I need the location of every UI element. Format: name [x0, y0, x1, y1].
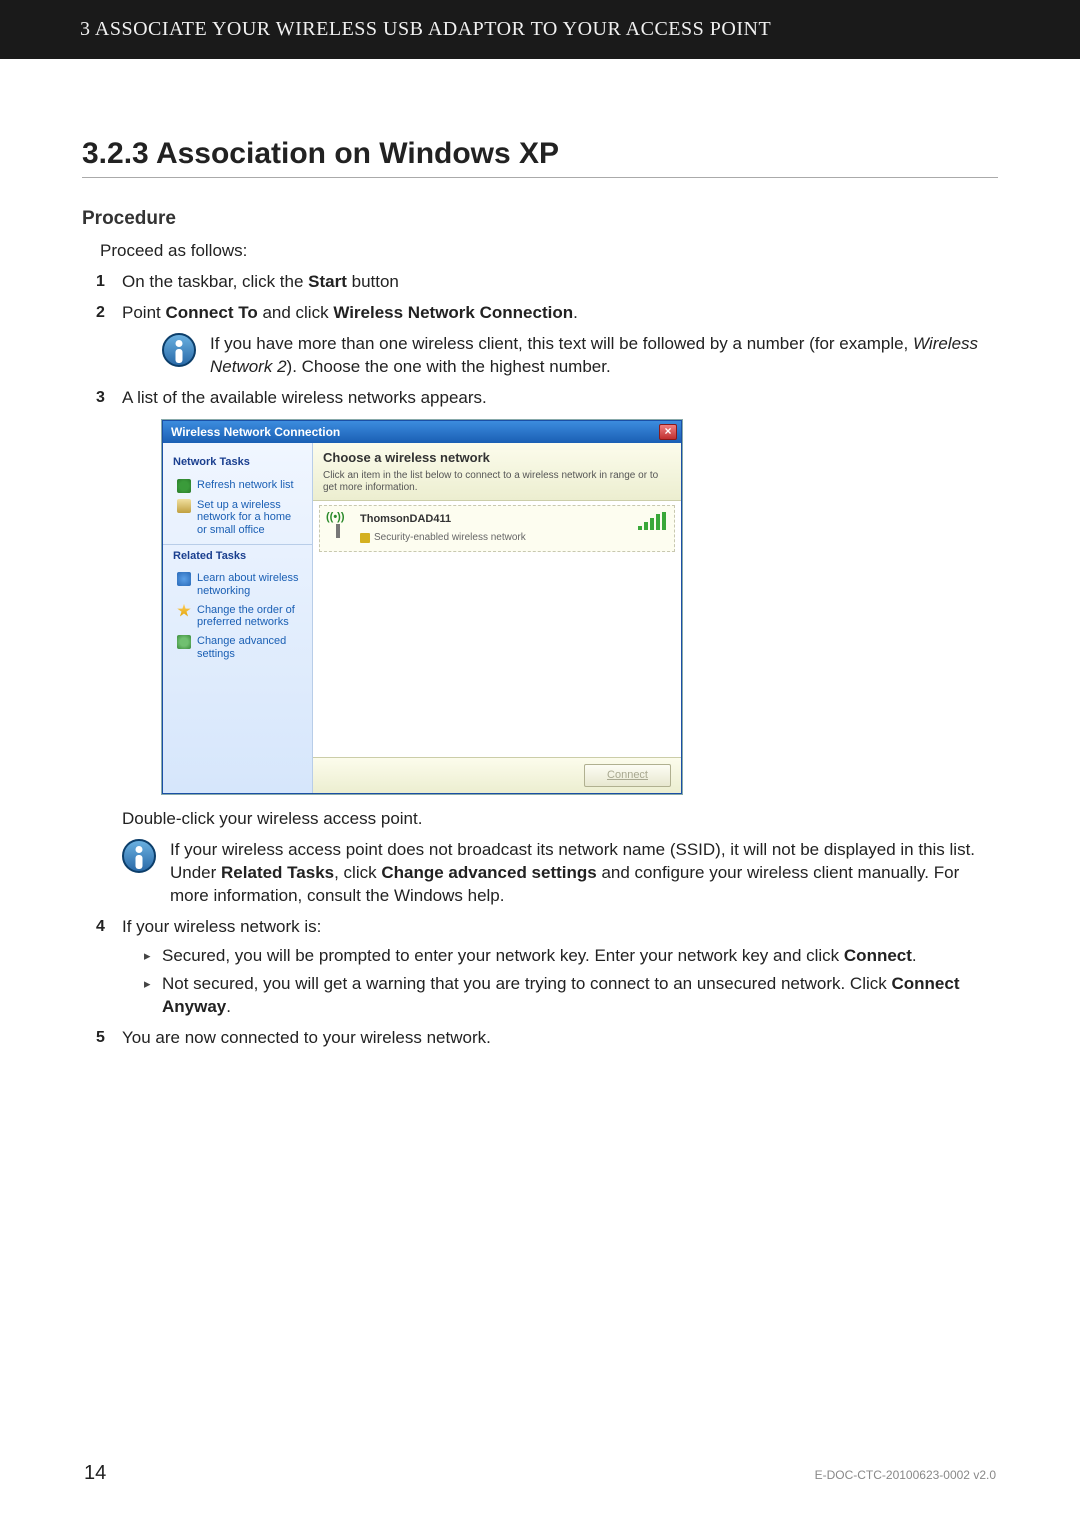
- step-2-text: Point Connect To and click Wireless Netw…: [122, 303, 578, 322]
- sidebar-group-network-tasks: Network Tasks: [163, 451, 312, 476]
- sidebar-item-refresh[interactable]: Refresh network list: [163, 476, 312, 496]
- xp-title: Wireless Network Connection: [171, 424, 340, 440]
- step-num: 5: [96, 1027, 105, 1049]
- refresh-icon: [177, 479, 191, 493]
- sidebar-item-order[interactable]: Change the order of preferred networks: [163, 601, 312, 632]
- sidebar-item-learn[interactable]: Learn about wireless networking: [163, 569, 312, 600]
- step-4-text: If your wireless network is:: [122, 917, 321, 936]
- step-1-text: On the taskbar, click the Start button: [122, 272, 399, 291]
- xp-titlebar: Wireless Network Connection ×: [163, 421, 681, 443]
- xp-main-subtitle: Click an item in the list below to conne…: [323, 470, 671, 494]
- step-num: 3: [96, 387, 105, 409]
- step-num: 4: [96, 916, 105, 938]
- step-4: 4 If your wireless network is: Secured, …: [82, 916, 998, 1020]
- procedure-heading: Procedure: [82, 208, 998, 230]
- xp-sidebar: Network Tasks Refresh network list Set u…: [163, 443, 313, 793]
- step-5-text: You are now connected to your wireless n…: [122, 1028, 491, 1047]
- step-5: 5 You are now connected to your wireless…: [82, 1027, 998, 1050]
- step-3-text: A list of the available wireless network…: [122, 388, 487, 407]
- step-3-note: If your wireless access point does not b…: [170, 839, 998, 908]
- xp-wireless-dialog: Wireless Network Connection × Network Ta…: [162, 420, 682, 794]
- network-security-label: Security-enabled wireless network: [374, 531, 526, 545]
- sidebar-group-related-tasks: Related Tasks: [163, 544, 312, 570]
- network-name: ThomsonDAD411: [360, 512, 628, 527]
- header-tabs-decor: [0, 59, 1080, 89]
- setup-icon: [177, 499, 191, 513]
- info-icon: [162, 333, 196, 367]
- xp-main-title: Choose a wireless network: [323, 449, 671, 467]
- info-small-icon: [177, 572, 191, 586]
- signal-icon: [638, 512, 666, 530]
- star-icon: [177, 604, 191, 618]
- step-1: 1 On the taskbar, click the Start button: [82, 271, 998, 294]
- lock-icon: [360, 533, 370, 543]
- chapter-header: 3 ASSOCIATE YOUR WIRELESS USB ADAPTOR TO…: [0, 0, 1080, 59]
- antenna-icon: [328, 512, 350, 538]
- sidebar-item-advanced[interactable]: Change advanced settings: [163, 632, 312, 663]
- xp-network-list: ThomsonDAD411 Security-enabled wireless …: [313, 501, 681, 757]
- step-4-bullet-unsecured: Not secured, you will get a warning that…: [144, 973, 998, 1019]
- info-icon: [122, 839, 156, 873]
- step-2: 2 Point Connect To and click Wireless Ne…: [82, 302, 998, 379]
- step-2-note: If you have more than one wireless clien…: [210, 333, 998, 379]
- step-num: 2: [96, 302, 105, 324]
- step-4-bullet-secured: Secured, you will be prompted to enter y…: [144, 945, 998, 968]
- step-3-tail: Double-click your wireless access point.: [122, 808, 998, 831]
- connect-button[interactable]: Connect: [584, 764, 671, 787]
- section-title: 3.2.3 Association on Windows XP: [82, 137, 998, 178]
- network-list-item[interactable]: ThomsonDAD411 Security-enabled wireless …: [319, 505, 675, 551]
- xp-main-panel: Choose a wireless network Click an item …: [313, 443, 681, 793]
- page-number: 14: [84, 1462, 106, 1485]
- step-3: 3 A list of the available wireless netwo…: [82, 387, 998, 908]
- intro-text: Proceed as follows:: [100, 240, 998, 263]
- close-icon[interactable]: ×: [659, 424, 677, 440]
- step-num: 1: [96, 271, 105, 293]
- chapter-title: 3 ASSOCIATE YOUR WIRELESS USB ADAPTOR TO…: [80, 18, 771, 40]
- doc-id: E-DOC-CTC-20100623-0002 v2.0: [815, 1468, 996, 1482]
- gear-icon: [177, 635, 191, 649]
- sidebar-item-setup[interactable]: Set up a wireless network for a home or …: [163, 496, 312, 540]
